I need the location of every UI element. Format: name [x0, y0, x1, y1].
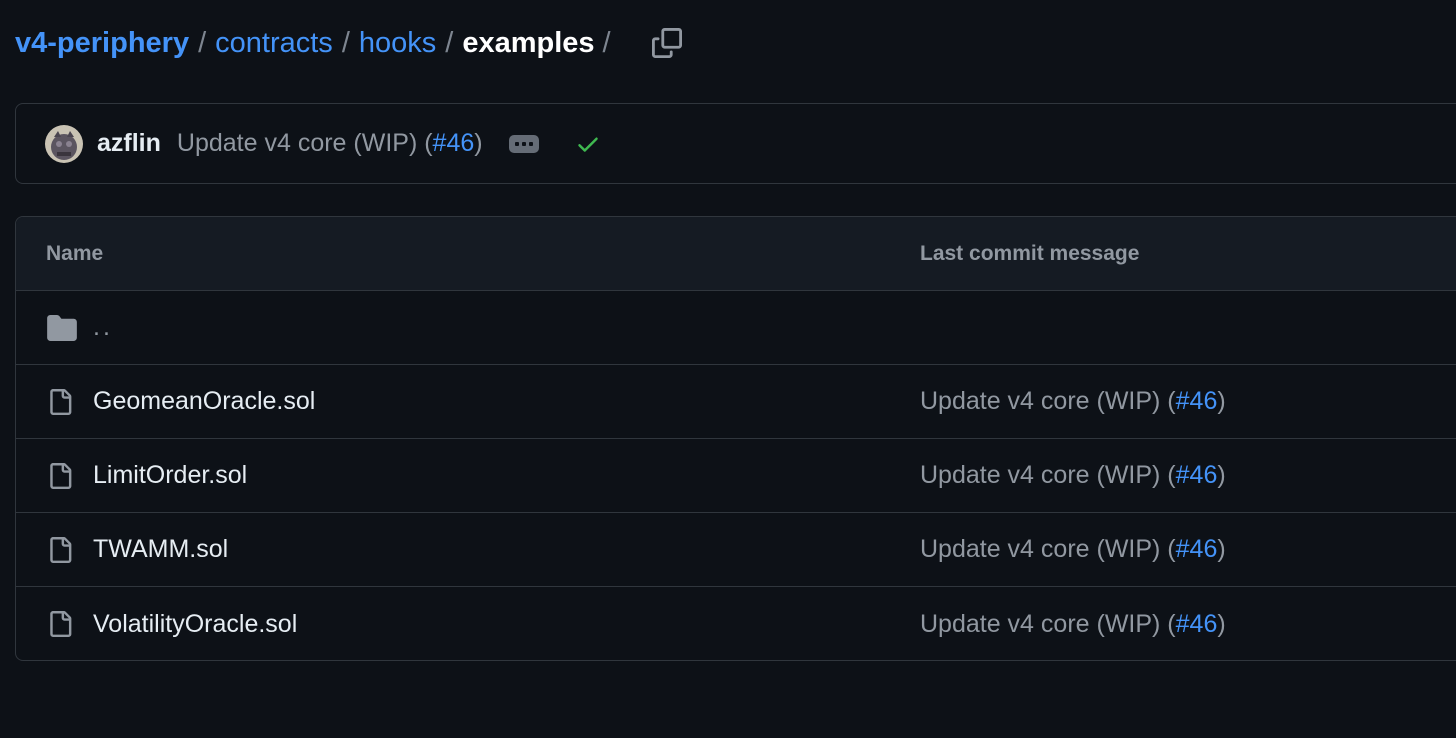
file-link[interactable]: TWAMM.sol [93, 535, 228, 564]
file-link[interactable]: LimitOrder.sol [93, 461, 247, 490]
breadcrumb-repo-link[interactable]: v4-periphery [15, 27, 189, 60]
row-commit-message[interactable]: Update v4 core (WIP) (#46) [920, 387, 1226, 416]
row-paren-close: ) [1217, 461, 1226, 489]
row-commit-text[interactable]: Update v4 core (WIP) ( [920, 461, 1176, 489]
row-commit-message[interactable]: Update v4 core (WIP) (#46) [920, 535, 1226, 564]
check-icon[interactable] [575, 131, 601, 157]
row-commit-text[interactable]: Update v4 core (WIP) ( [920, 535, 1176, 563]
file-link[interactable]: VolatilityOracle.sol [93, 610, 297, 639]
avatar[interactable] [45, 124, 83, 163]
copy-path-button[interactable] [650, 26, 684, 60]
commit-message-text[interactable]: Update v4 core (WIP) [177, 129, 417, 157]
file-icon [47, 609, 73, 639]
breadcrumb-separator: / [602, 26, 611, 59]
breadcrumb-separator: / [445, 26, 454, 59]
row-pr-link[interactable]: #46 [1176, 461, 1218, 489]
row-pr-link[interactable]: #46 [1176, 387, 1218, 415]
copy-icon [651, 28, 682, 58]
column-header-name: Name [46, 241, 104, 265]
file-link[interactable]: GeomeanOracle.sol [93, 387, 315, 416]
breadcrumb-current: examples [462, 26, 595, 59]
breadcrumb-hooks-link[interactable]: hooks [359, 27, 436, 60]
commit-author[interactable]: azflin [97, 129, 161, 158]
breadcrumb: v4-periphery / contracts / hooks / examp… [15, 22, 684, 64]
commit-paren-open: ( [424, 129, 433, 157]
parent-directory-row[interactable]: .. [16, 291, 1456, 365]
table-row: VolatilityOracle.sol Update v4 core (WIP… [16, 587, 1456, 660]
row-commit-message[interactable]: Update v4 core (WIP) (#46) [920, 610, 1226, 639]
table-row: TWAMM.sol Update v4 core (WIP) (#46) [16, 513, 1456, 587]
expand-commit-button[interactable] [508, 134, 539, 153]
file-table: Name Last commit message .. GeomeanOracl… [15, 216, 1456, 661]
commit-message[interactable]: Update v4 core (WIP) (#46) [177, 129, 483, 158]
parent-directory-link[interactable]: .. [93, 313, 113, 342]
table-header: Name Last commit message [16, 217, 1456, 291]
commit-paren-close: ) [474, 129, 483, 157]
column-header-last-commit: Last commit message [920, 241, 1140, 265]
breadcrumb-separator: / [341, 26, 350, 59]
row-commit-message[interactable]: Update v4 core (WIP) (#46) [920, 461, 1226, 490]
row-commit-text[interactable]: Update v4 core (WIP) ( [920, 610, 1176, 638]
row-pr-link[interactable]: #46 [1176, 610, 1218, 638]
commit-pr-link[interactable]: #46 [433, 129, 475, 157]
row-paren-close: ) [1217, 387, 1226, 415]
file-icon [47, 535, 73, 565]
table-row: LimitOrder.sol Update v4 core (WIP) (#46… [16, 439, 1456, 513]
breadcrumb-separator: / [198, 26, 207, 59]
row-paren-close: ) [1217, 535, 1226, 563]
row-pr-link[interactable]: #46 [1176, 535, 1218, 563]
file-icon [47, 461, 73, 491]
table-row: GeomeanOracle.sol Update v4 core (WIP) (… [16, 365, 1456, 439]
row-paren-close: ) [1217, 609, 1226, 638]
latest-commit-bar: azflin Update v4 core (WIP) (#46) [15, 103, 1456, 184]
row-commit-text[interactable]: Update v4 core (WIP) ( [920, 387, 1176, 415]
folder-icon [47, 314, 77, 341]
breadcrumb-contracts-link[interactable]: contracts [215, 27, 333, 60]
file-icon [47, 387, 73, 417]
